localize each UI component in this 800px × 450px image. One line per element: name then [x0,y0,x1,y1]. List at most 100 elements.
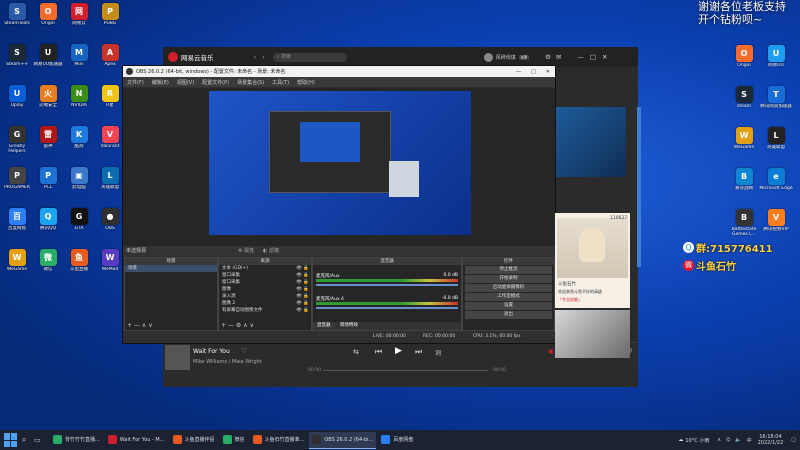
lyrics-icon[interactable]: 词 [435,348,441,357]
obs-menu-item-0[interactable]: 文件(F) [123,79,148,86]
song-title[interactable]: Wait For You [193,348,230,355]
desktop-left-icon-14[interactable]: 网网易云 [63,3,95,37]
obs-menu-item-2[interactable]: 视图(V) [173,79,198,86]
remove-scene-button[interactable]: — [134,322,140,329]
notification-icon[interactable]: ▢ [791,437,796,443]
obs-preview[interactable] [123,88,555,248]
source-item[interactable]: 有屏幕自动图像文件 👁 🔒 [219,307,311,314]
control-button-1[interactable]: 开始录制 [465,275,552,283]
next-icon[interactable]: ⏭ [415,347,422,357]
music-banner-image[interactable] [556,107,626,177]
obs-close-icon[interactable]: ✕ [541,69,555,75]
obs-menu-item-6[interactable]: 帮助(H) [293,79,319,86]
source-visibility-lock-icon[interactable]: 👁 🔒 [296,265,309,272]
ime-indicator[interactable]: 中 [747,437,752,444]
desktop-left-icon-5[interactable]: 百百度网盘 [1,208,33,242]
source-visibility-lock-icon[interactable]: 👁 🔒 [296,307,309,314]
search-taskbar-icon[interactable]: ⌕ [22,435,34,445]
desktop-right-icon-8[interactable]: B Battlestate Games L... [728,209,760,243]
add-source-button[interactable]: + [221,322,226,329]
source-item[interactable]: 图像 2 👁 🔒 [219,300,311,307]
control-button-3[interactable]: 工作室模式 [465,293,552,301]
desktop-right-icon-1[interactable]: U 网易UU [760,45,792,79]
obs-maximize-icon[interactable]: □ [526,69,541,75]
filters-button[interactable]: ◐ 滤镜 [263,246,279,256]
desktop-left-icon-15[interactable]: M Mini [63,44,95,78]
clock[interactable]: 16:18:04 2022/1/22 [758,434,784,446]
obs-menu-item-5[interactable]: 工具(T) [268,79,293,86]
weather-icon[interactable]: ☁ [678,437,683,443]
desktop-left-icon-8[interactable]: U 网易UU加速器 [32,44,64,78]
chat-card[interactable]: 110627 斗鱼石竹 欢迎来到斗鱼不好的高级 「专业陪聊」 [555,213,630,308]
desktop-left-icon-18[interactable]: ▣ 此电脑 [63,167,95,201]
control-button-0[interactable]: 停止推流 [465,266,552,274]
tray-chevron-icon[interactable]: ∧ [717,437,721,443]
desktop-left-icon-9[interactable]: 火火绒安全 [32,85,64,119]
desktop-left-icon-10[interactable]: 雷雷神 [32,126,64,160]
source-down-button[interactable]: ∨ [250,322,254,329]
desktop-left-icon-1[interactable]: S Steam++ [1,44,33,78]
obs-menu-item-3[interactable]: 配置文件(P) [198,79,233,86]
source-visibility-lock-icon[interactable]: 👁 🔒 [296,286,309,293]
quality-icon[interactable]: ▣ [548,348,554,355]
weather-text[interactable]: 10°C 小雨 [685,437,709,444]
tab-transitions[interactable]: 转场特效 [336,323,362,328]
source-item[interactable]: 文本 (GDI+) 👁 🔒 [219,265,311,272]
progress-bar[interactable] [323,370,488,371]
close-icon[interactable]: ✕ [602,53,607,61]
source-visibility-lock-icon[interactable]: 👁 🔒 [296,272,309,279]
desktop-left-icon-16[interactable]: N NVIDIA [63,85,95,119]
desktop-left-icon-3[interactable]: G Greatly Helpers [1,126,33,160]
desktop-left-icon-2[interactable]: U Uplay [1,85,33,119]
control-button-4[interactable]: 设置 [465,302,552,310]
network-icon[interactable]: ⌬ [726,437,730,443]
taskbar-item-3[interactable]: 微信 [220,432,248,448]
scene-down-button[interactable]: ∨ [148,322,152,329]
source-visibility-lock-icon[interactable]: 👁 🔒 [296,300,309,307]
like-icon[interactable]: ♡ [241,347,247,355]
loop-icon[interactable]: ⇆ [353,348,359,356]
music-scrollbar[interactable] [637,107,641,267]
source-item[interactable]: 窗口采集 👁 🔒 [219,272,311,279]
obs-menu-item-1[interactable]: 编辑(E) [148,79,173,86]
taskbar-item-4[interactable]: 斗鱼石竹直播准... [250,432,308,448]
desktop-left-icon-6[interactable]: W WeGame [1,249,33,283]
volume-tray-icon[interactable]: 🔈 [735,437,741,443]
mail-icon[interactable]: ✉ [556,53,561,61]
minimize-icon[interactable]: — [577,53,584,61]
source-visibility-lock-icon[interactable]: 👁 🔒 [296,279,309,286]
source-item[interactable]: 图像 👁 🔒 [219,286,311,293]
desktop-right-icon-5[interactable]: L 英雄联盟 [760,127,792,161]
remove-source-button[interactable]: — [228,322,234,329]
desktop-right-icon-4[interactable]: W WeGame [728,127,760,161]
prev-icon[interactable]: ⏮ [375,347,382,357]
artist-name[interactable]: Mike Williams / Maia Wright [193,359,262,365]
desktop-left-icon-19[interactable]: G GTA [63,208,95,242]
scene-up-button[interactable]: ∧ [142,322,146,329]
source-settings-button[interactable]: ⚙ [236,322,241,329]
vip-badge[interactable]: VIP [518,54,530,60]
forward-icon[interactable]: › [262,53,265,61]
desktop-left-icon-13[interactable]: 微微信 [32,249,64,283]
obs-minimize-icon[interactable]: — [511,69,526,75]
user-name[interactable]: 风碎伐琪 [496,54,516,61]
source-item[interactable]: 录入源 👁 🔒 [219,293,311,300]
add-scene-button[interactable]: + [127,322,132,329]
tab-mixer[interactable]: 混音器 [313,323,335,328]
search-input[interactable]: ⌕ 搜索 [272,52,347,62]
desktop-right-icon-2[interactable]: Ssteam [728,86,760,120]
desktop-left-icon-11[interactable]: P PCL [32,167,64,201]
source-item[interactable]: 窗口采集 👁 🔒 [219,279,311,286]
maximize-icon[interactable]: □ [590,53,596,61]
taskbar-item-6[interactable]: 百度网盘 [378,432,416,448]
mixer-volume-slider[interactable] [316,284,458,286]
desktop-right-icon-6[interactable]: B 暴雪战网 [728,168,760,202]
desktop-right-icon-3[interactable]: T 腾讯网游加速器 [760,86,792,120]
desktop-left-icon-7[interactable]: O Origin [32,3,64,37]
settings-icon[interactable]: ⚙ [545,53,551,61]
desktop-left-icon-12[interactable]: Q 腾讯QQ [32,208,64,242]
taskbar-item-0[interactable]: 背竹竹竹直播... [50,432,103,448]
taskbar-item-1[interactable]: Wait For You - M... [105,432,168,448]
properties-button[interactable]: ⚙ 属性 [238,246,254,256]
album-cover[interactable] [165,345,190,370]
